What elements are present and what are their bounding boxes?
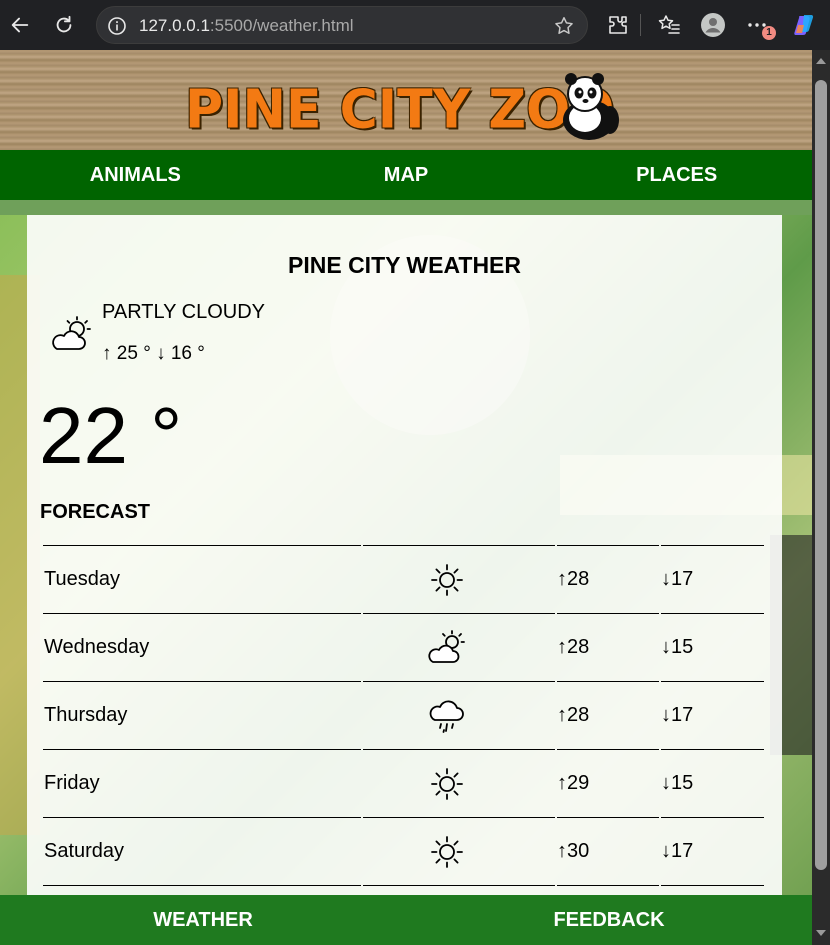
forecast-low: ↓15 [661, 613, 764, 681]
forecast-table: Tuesday ↑28 ↓17 Wednesday ↑28 ↓15 Thursday ↑28 ↓… [41, 545, 766, 886]
partly-cloudy-icon [428, 629, 465, 663]
sunny-icon [431, 835, 463, 868]
copilot-icon[interactable] [790, 11, 818, 39]
forecast-day: Saturday [43, 817, 361, 885]
forecast-day: Wednesday [43, 613, 361, 681]
forecast-day: Thursday [43, 681, 361, 749]
nav-feedback[interactable]: FEEDBACK [406, 895, 812, 945]
webpage: PINE CITY ZOO ANIMALS MAP PLACES PINE CI… [0, 50, 812, 945]
scroll-thumb[interactable] [815, 80, 827, 870]
forecast-low: ↓15 [661, 749, 764, 817]
site-info-icon[interactable] [107, 16, 127, 36]
today-high-low: ↑ 25 ° ↓ 16 ° [102, 343, 205, 365]
forecast-day: Tuesday [43, 545, 361, 613]
bottom-nav: WEATHER FEEDBACK [0, 895, 812, 945]
forecast-high: ↑30 [557, 817, 659, 885]
extensions-icon[interactable] [604, 11, 632, 39]
forecast-row: Thursday ↑28 ↓17 [43, 681, 764, 749]
weather-title: PINE CITY WEATHER [288, 252, 521, 278]
browser-toolbar: 127.0.0.1:5500/weather.html 1 [0, 0, 830, 50]
bookmark-star-icon[interactable] [553, 15, 575, 37]
site-header: PINE CITY ZOO [0, 50, 812, 150]
address-bar[interactable]: 127.0.0.1:5500/weather.html [96, 6, 588, 44]
forecast-row: Wednesday ↑28 ↓15 [43, 613, 764, 681]
scroll-down-arrow[interactable] [816, 930, 826, 936]
forecast-low: ↓17 [661, 681, 764, 749]
forecast-row: Saturday ↑30 ↓17 [43, 817, 764, 885]
forecast-high: ↑28 [557, 681, 659, 749]
partly-cloudy-icon [52, 316, 91, 350]
page-scrollbar[interactable] [812, 50, 830, 945]
toolbar-divider [640, 14, 641, 36]
panda-mascot-icon [563, 73, 619, 140]
forecast-high: ↑28 [557, 613, 659, 681]
reload-icon[interactable] [48, 9, 80, 41]
scroll-up-arrow[interactable] [816, 58, 826, 64]
current-temperature: 22 ° [39, 391, 183, 480]
forecast-high: ↑28 [557, 545, 659, 613]
forecast-low: ↓17 [661, 545, 764, 613]
current-condition: PARTLY CLOUDY [102, 301, 266, 323]
today-high: ↑ 25 ° [102, 343, 151, 364]
sunny-icon [431, 767, 463, 800]
favorites-icon[interactable] [655, 11, 683, 39]
zoo-logo[interactable]: PINE CITY ZOO [185, 70, 635, 145]
forecast-high: ↑29 [557, 749, 659, 817]
today-low: ↓ 16 ° [156, 343, 205, 364]
forecast-row: Friday ↑29 ↓15 [43, 749, 764, 817]
sunny-icon [431, 563, 463, 596]
forecast-table-end [43, 885, 764, 886]
rain-icon [429, 700, 464, 733]
nav-map[interactable]: MAP [271, 150, 542, 200]
back-icon[interactable] [4, 9, 36, 41]
forecast-heading: FORECAST [40, 501, 150, 523]
weather-card: PINE CITY WEATHER PARTLY CLOUDY ↑ 25 ° ↓… [27, 215, 782, 905]
profile-avatar-icon[interactable] [699, 11, 727, 39]
forecast-day: Friday [43, 749, 361, 817]
nav-weather[interactable]: WEATHER [0, 895, 406, 945]
nav-places[interactable]: PLACES [541, 150, 812, 200]
url-text: 127.0.0.1:5500/weather.html [139, 16, 354, 35]
forecast-low: ↓17 [661, 817, 764, 885]
update-badge: 1 [762, 26, 776, 40]
main-nav: ANIMALS MAP PLACES [0, 150, 812, 200]
forecast-row: Tuesday ↑28 ↓17 [43, 545, 764, 613]
nav-animals[interactable]: ANIMALS [0, 150, 271, 200]
